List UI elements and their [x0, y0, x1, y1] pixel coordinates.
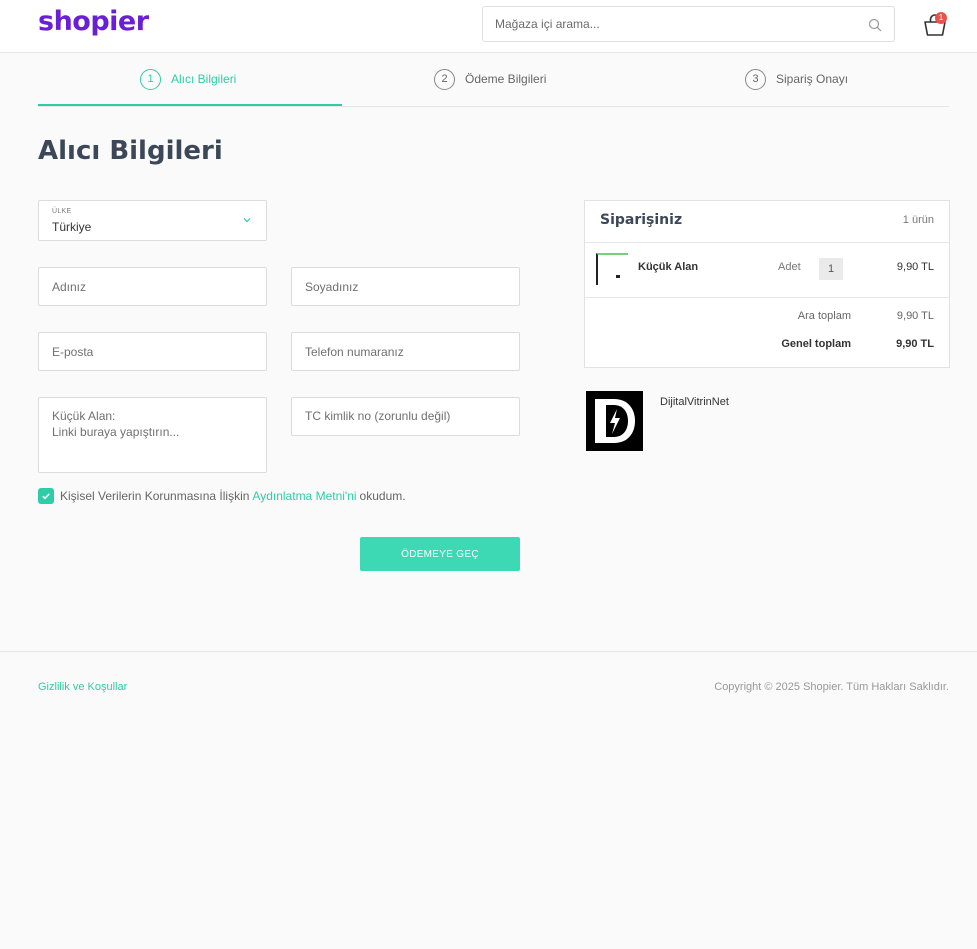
step-number: 3	[745, 68, 766, 90]
tc-id-input[interactable]	[305, 398, 510, 433]
product-name: Küçük Alan	[638, 261, 699, 273]
subtotal-label: Ara toplam	[797, 310, 851, 322]
step-buyer-info[interactable]: 1 Alıcı Bilgileri	[140, 67, 236, 91]
consent-prefix: Kişisel Verilerin Korunmasına İlişkin	[60, 489, 250, 503]
step-label: Ödeme Bilgileri	[465, 72, 547, 86]
country-label: ÜLKE	[52, 208, 72, 215]
divider	[585, 242, 949, 243]
last-name-field	[291, 267, 520, 306]
country-value: Türkiye	[52, 220, 92, 234]
last-name-input[interactable]	[305, 268, 505, 305]
proceed-to-payment-button[interactable]: ÖDEMEYE GEÇ	[360, 537, 520, 571]
country-select[interactable]: ÜLKE Türkiye	[38, 200, 267, 241]
active-step-indicator	[38, 104, 342, 106]
step-label: Alıcı Bilgileri	[171, 72, 237, 86]
email-input[interactable]	[52, 333, 252, 370]
consent-suffix: okudum.	[359, 489, 406, 503]
store-logo[interactable]	[586, 391, 643, 451]
search-input[interactable]	[495, 7, 855, 41]
privacy-notice-link[interactable]: Aydınlatma Metni'ni	[252, 489, 356, 503]
consent-checkbox[interactable]	[38, 488, 54, 504]
custom-link-field: Küçük Alan:	[38, 397, 267, 473]
email-field	[38, 332, 267, 371]
divider	[585, 297, 949, 298]
copyright-text: Copyright © 2025 Shopier. Tüm Hakları Sa…	[714, 681, 949, 693]
step-number: 1	[140, 68, 161, 90]
shopier-logo[interactable]: shopier	[38, 6, 149, 37]
step-number: 2	[434, 68, 455, 90]
search-box	[482, 6, 895, 42]
product-thumbnail	[596, 253, 628, 285]
total-label: Genel toplam	[781, 338, 851, 350]
chevron-down-icon	[243, 218, 251, 223]
subtotal-value: 9,90 TL	[896, 310, 934, 322]
quantity-value: 1	[819, 258, 843, 280]
cart-badge: 1	[935, 12, 947, 24]
store-name: DijitalVitrinNet	[660, 396, 729, 408]
product-price: 9,90 TL	[896, 261, 934, 273]
phone-field	[291, 332, 520, 371]
privacy-terms-link[interactable]: Gizlilik ve Koşullar	[38, 681, 127, 693]
first-name-field	[38, 267, 267, 306]
check-icon	[42, 493, 50, 500]
quantity-label: Adet	[778, 261, 801, 273]
step-order-confirm[interactable]: 3 Sipariş Onayı	[745, 67, 848, 91]
order-item-count: 1 ürün	[902, 214, 934, 226]
custom-link-textarea[interactable]	[52, 425, 257, 465]
step-label: Sipariş Onayı	[776, 72, 849, 86]
search-icon[interactable]	[868, 18, 882, 32]
consent-row: Kişisel Verilerin Korunmasına İlişkin Ay…	[38, 488, 406, 504]
top-bar: shopier 1	[0, 0, 977, 53]
step-payment-info[interactable]: 2 Ödeme Bilgileri	[434, 67, 546, 91]
first-name-input[interactable]	[52, 268, 252, 305]
total-value: 9,90 TL	[896, 338, 934, 350]
order-title: Siparişiniz	[600, 212, 683, 228]
tc-id-field	[291, 397, 520, 436]
phone-input[interactable]	[305, 333, 505, 370]
custom-field-label: Küçük Alan:	[52, 409, 116, 423]
checkout-steps: 1 Alıcı Bilgileri 2 Ödeme Bilgileri 3 Si…	[38, 53, 949, 107]
order-summary: Siparişiniz 1 ürün Küçük Alan Adet 1 9,9…	[584, 200, 950, 368]
page-title: Alıcı Bilgileri	[38, 136, 223, 166]
footer-divider	[0, 651, 977, 652]
